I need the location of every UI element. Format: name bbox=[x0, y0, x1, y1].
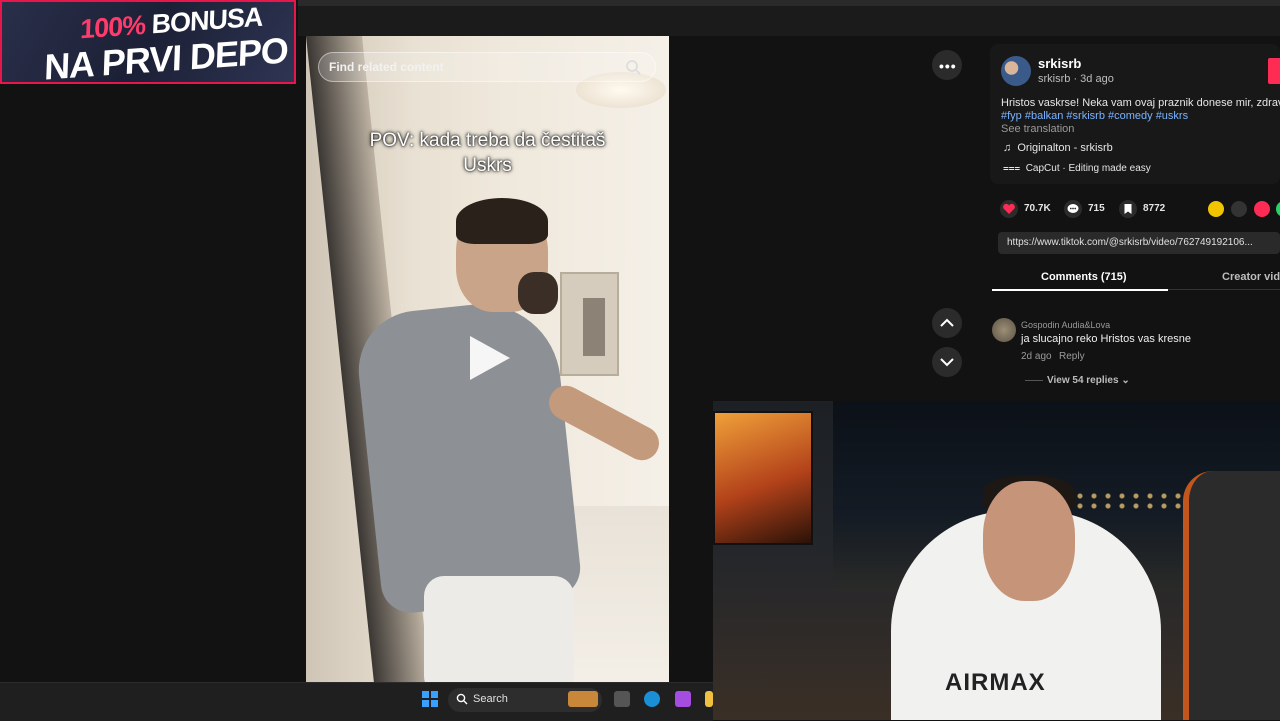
copilot-icon[interactable] bbox=[675, 691, 691, 707]
file-explorer-icon[interactable] bbox=[705, 691, 713, 707]
related-search-input[interactable]: Find related content bbox=[318, 52, 656, 82]
video-description: Hristos vaskrse! Neka vam ovaj praznik d… bbox=[1001, 97, 1280, 109]
music-link[interactable]: ♫ Originalton - srkisrb bbox=[1003, 142, 1113, 154]
embed-icon[interactable] bbox=[1231, 201, 1247, 217]
related-search-placeholder: Find related content bbox=[329, 60, 444, 74]
taskbar-widget-icon[interactable] bbox=[568, 691, 598, 707]
chevron-down-icon bbox=[940, 358, 954, 367]
comment-count: 715 bbox=[1088, 203, 1105, 214]
promo-banner: 100% BONUSA NA PRVI DEPO bbox=[0, 0, 296, 84]
view-replies-button[interactable]: View 54 replies ⌄ bbox=[1047, 375, 1130, 386]
comment-time: 2d ago bbox=[1021, 351, 1052, 362]
webcam-overlay: AIRMAX bbox=[713, 401, 1280, 720]
capcut-link[interactable]: ⩶ CapCut · Editing made easy bbox=[1003, 163, 1151, 174]
video-player[interactable]: Find related content POV: kada treba da … bbox=[306, 36, 669, 682]
follow-button[interactable] bbox=[1268, 58, 1280, 84]
taskbar-search-label: Search bbox=[473, 693, 508, 705]
play-icon[interactable] bbox=[470, 336, 510, 380]
search-icon[interactable] bbox=[625, 59, 641, 75]
comment-reply-button[interactable]: Reply bbox=[1059, 351, 1085, 362]
comment-text: ja slucajno reko Hristos vas kresne bbox=[1021, 333, 1191, 345]
comment-author[interactable]: Gospodin Audia&Lova bbox=[1021, 320, 1110, 330]
tab-creator-videos[interactable]: Creator vide bbox=[1222, 271, 1280, 283]
bookmark-count: 8772 bbox=[1143, 203, 1166, 214]
replies-divider bbox=[1025, 380, 1043, 381]
task-view-icon[interactable] bbox=[614, 691, 630, 707]
gaming-chair bbox=[1183, 471, 1280, 720]
like-count: 70.7K bbox=[1024, 203, 1051, 214]
edge-icon[interactable] bbox=[644, 691, 660, 707]
next-video-button[interactable] bbox=[932, 347, 962, 377]
taskbar-search-icon bbox=[456, 693, 468, 705]
author-submeta: srkisrb · 3d ago bbox=[1038, 73, 1114, 85]
previous-video-button[interactable] bbox=[932, 308, 962, 338]
chevron-down-small-icon: ⌄ bbox=[1121, 375, 1130, 386]
share-emoji-icon[interactable] bbox=[1208, 201, 1224, 217]
music-note-icon: ♫ bbox=[1003, 142, 1012, 154]
more-options-button[interactable]: ••• bbox=[932, 50, 962, 80]
shirt-logo: AIRMAX bbox=[945, 669, 1046, 696]
heart-icon bbox=[1003, 203, 1015, 214]
tv-fireplace bbox=[713, 411, 813, 545]
comment-icon bbox=[1067, 204, 1079, 213]
capcut-icon: ⩶ bbox=[1003, 163, 1021, 174]
windows-icon[interactable] bbox=[422, 691, 438, 707]
tab-comments[interactable]: Comments (715) bbox=[1041, 271, 1127, 283]
video-caption: POV: kada treba da čestitaš Uskrs bbox=[369, 130, 606, 176]
author-avatar[interactable] bbox=[1001, 56, 1031, 86]
bookmark-icon bbox=[1124, 204, 1132, 214]
see-translation-link[interactable]: See translation bbox=[1001, 123, 1074, 135]
share-send-icon[interactable] bbox=[1254, 201, 1270, 217]
author-username[interactable]: srkisrb bbox=[1038, 56, 1081, 71]
share-options[interactable] bbox=[1208, 201, 1280, 217]
comment-avatar[interactable] bbox=[992, 318, 1016, 342]
windows-taskbar bbox=[0, 682, 713, 721]
video-link-text: https://www.tiktok.com/@srkisrb/video/76… bbox=[1007, 237, 1253, 248]
more-icon: ••• bbox=[939, 58, 957, 74]
whatsapp-icon[interactable] bbox=[1276, 201, 1280, 217]
video-hashtags[interactable]: #fyp #balkan #srkisrb #comedy #uskrs bbox=[1001, 110, 1188, 122]
active-tab-indicator bbox=[992, 289, 1168, 291]
chevron-up-icon bbox=[940, 318, 954, 327]
browser-top-bar bbox=[298, 0, 1280, 36]
